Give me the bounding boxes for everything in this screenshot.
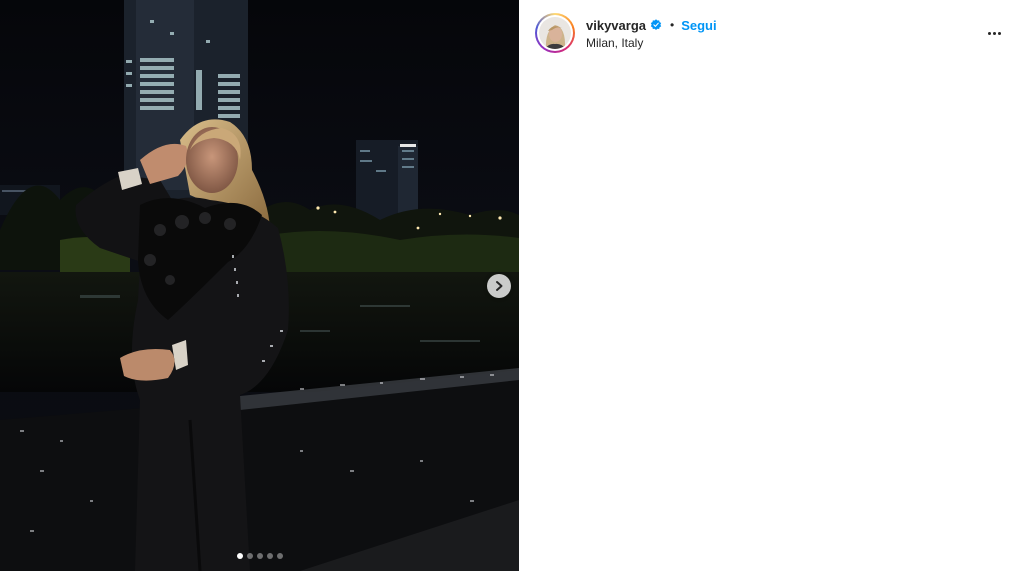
separator-dot: •: [670, 18, 675, 32]
post-media[interactable]: [0, 0, 519, 571]
username-link[interactable]: vikyvarga: [586, 18, 646, 33]
verified-badge-icon: [650, 19, 662, 31]
avatar[interactable]: [535, 13, 575, 53]
instagram-post: vikyvarga • Segui Milan, Italy: [0, 0, 1018, 571]
location-link[interactable]: Milan, Italy: [586, 36, 643, 50]
carousel-dot: [266, 553, 273, 559]
post-side-panel: vikyvarga • Segui Milan, Italy: [519, 0, 1018, 571]
avatar-image: [539, 17, 571, 49]
carousel-dot-active: [236, 553, 243, 559]
more-options-button[interactable]: [982, 24, 1006, 42]
carousel-dot: [246, 553, 253, 559]
carousel-dot: [256, 553, 263, 559]
post-header: vikyvarga • Segui Milan, Italy: [519, 0, 1018, 62]
carousel-indicators: [0, 553, 519, 559]
user-line: vikyvarga • Segui: [586, 16, 717, 34]
post-photo: [0, 0, 519, 571]
next-slide-button[interactable]: [487, 274, 511, 298]
chevron-right-icon: [496, 281, 503, 291]
more-options-icon: [987, 31, 1002, 35]
carousel-dot: [276, 553, 283, 559]
follow-button[interactable]: Segui: [681, 18, 716, 33]
